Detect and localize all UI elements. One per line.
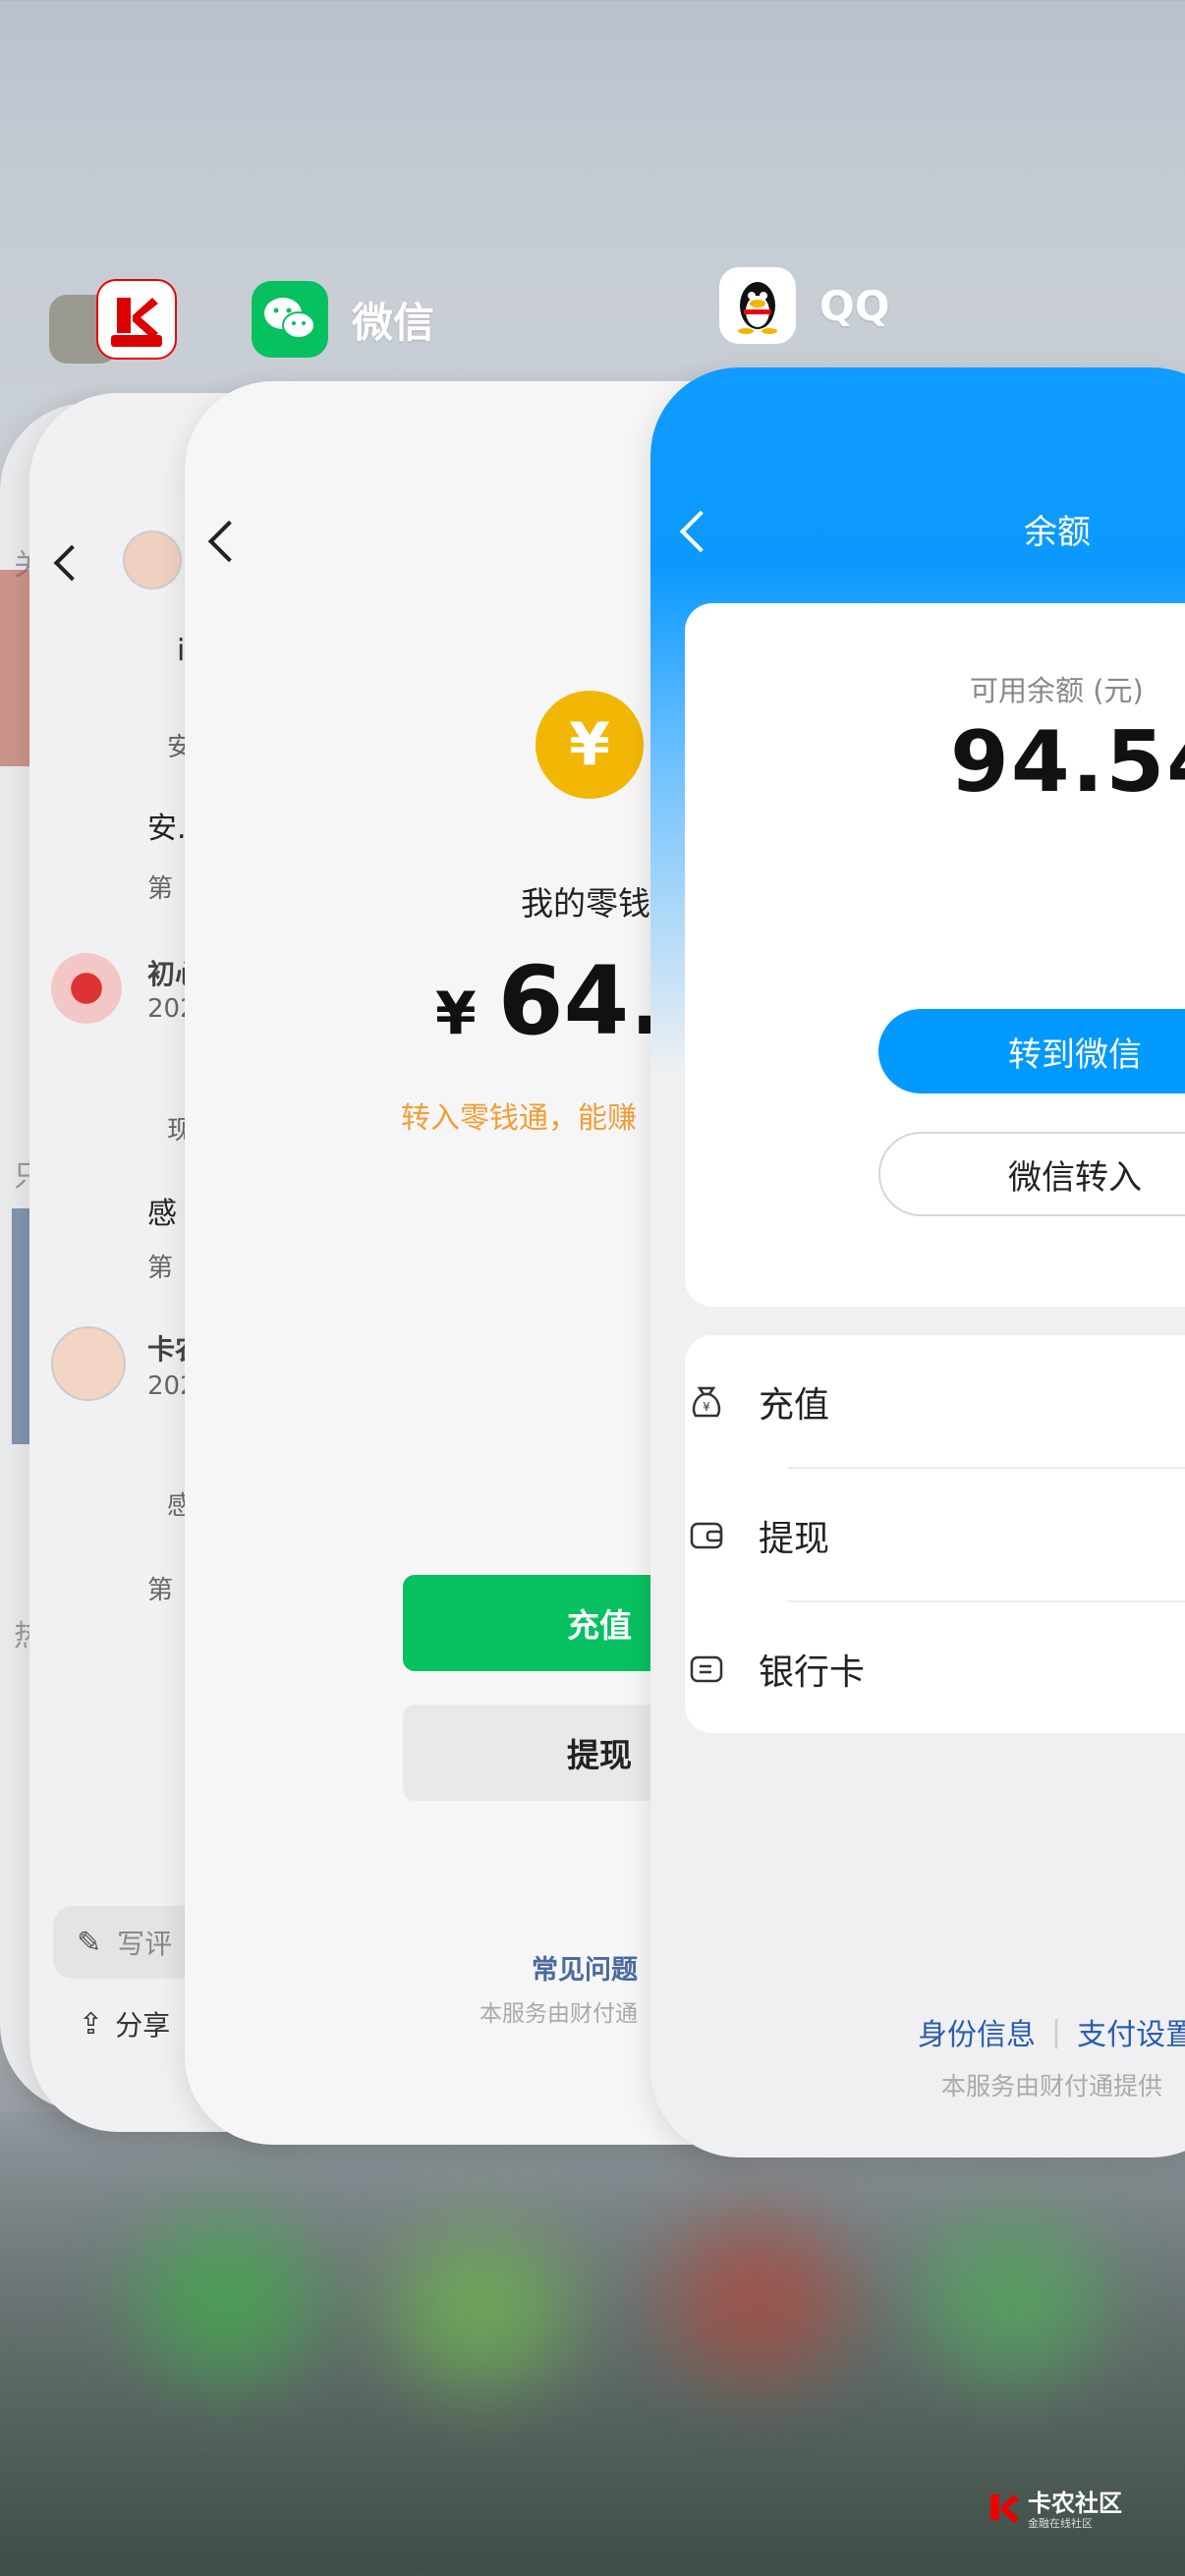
footer-links: 身份信息 | 支付设置 bbox=[918, 2010, 1185, 2053]
qq-penguin-icon bbox=[719, 267, 796, 344]
post-title[interactable]: 感 bbox=[147, 1189, 177, 1232]
blurred-dock-icon bbox=[138, 2220, 314, 2378]
qq-app-header[interactable]: QQ bbox=[719, 267, 889, 344]
pay-settings-link[interactable]: 支付设置 bbox=[1077, 2010, 1185, 2053]
menu-item-bank-card[interactable]: 银行卡 bbox=[650, 1602, 1185, 1735]
page-title: 余额 bbox=[1024, 513, 1091, 552]
avatar[interactable] bbox=[123, 531, 182, 589]
wechat-app-header[interactable]: 微信 bbox=[252, 281, 434, 358]
wechat-app-name: 微信 bbox=[352, 298, 435, 347]
money-bag-icon: ¥ bbox=[690, 1385, 723, 1419]
blurred-dock-icon bbox=[924, 2220, 1100, 2378]
svg-text:¥: ¥ bbox=[703, 1400, 710, 1414]
kanong-logo-icon bbox=[990, 2494, 1019, 2523]
menu-item-withdraw[interactable]: 提现 bbox=[650, 1469, 1185, 1601]
floor-label: 第 bbox=[147, 1254, 174, 1283]
service-footer: 本服务由财付通提供 bbox=[941, 2072, 1163, 2100]
avatar[interactable] bbox=[51, 953, 122, 1024]
yuan-coin-icon: ¥ bbox=[536, 691, 644, 799]
floor-label: 第 bbox=[147, 1576, 174, 1605]
blurred-dock-icon bbox=[393, 2230, 570, 2387]
qq-app-name: QQ bbox=[819, 281, 890, 330]
qq-balance-card[interactable]: 余额 可用余额 (元) 94.54 转到微信 微信转入 ¥ 充值 提现 银行卡 bbox=[650, 367, 1185, 2157]
menu-panel: ¥ 充值 提现 银行卡 bbox=[685, 1335, 1185, 1733]
blurred-dock-icon bbox=[668, 2220, 845, 2378]
kanong-app-icon bbox=[96, 279, 177, 360]
watermark: 卡农社区 金融在线社区 bbox=[985, 2491, 1122, 2530]
watermark-subtext: 金融在线社区 bbox=[1028, 2517, 1093, 2530]
write-review-label: 写评 bbox=[117, 1928, 173, 1960]
share-icon: ⇪ bbox=[79, 2006, 104, 2042]
pencil-icon: ✎ bbox=[77, 1925, 102, 1960]
promo-link[interactable]: 转入零钱通，能赚 bbox=[401, 1093, 637, 1137]
menu-item-recharge[interactable]: ¥ 充值 bbox=[650, 1335, 1185, 1468]
share-label: 分享 bbox=[115, 2009, 171, 2042]
watermark-text: 卡农社区 bbox=[1028, 2490, 1122, 2517]
from-wechat-button[interactable]: 微信转入 bbox=[878, 1132, 1185, 1216]
share-button[interactable]: ⇪ 分享 bbox=[79, 2004, 170, 2044]
balance-panel: 可用余额 (元) 94.54 转到微信 微信转入 bbox=[685, 603, 1185, 1307]
menu-label: 充值 bbox=[759, 1384, 830, 1426]
faq-link[interactable]: 常见问题 bbox=[532, 1948, 638, 1987]
wechat-icon bbox=[252, 281, 328, 358]
balance-label: 可用余额 (元) bbox=[970, 674, 1144, 707]
back-icon[interactable] bbox=[207, 520, 251, 563]
change-title: 我的零钱 bbox=[521, 884, 650, 923]
identity-info-link[interactable]: 身份信息 bbox=[918, 2010, 1036, 2053]
service-footer: 本服务由财付通 bbox=[480, 2001, 638, 2027]
to-wechat-button[interactable]: 转到微信 bbox=[878, 1009, 1185, 1093]
back-icon[interactable] bbox=[53, 544, 90, 582]
wallet-icon bbox=[690, 1519, 723, 1552]
link-divider: | bbox=[1051, 2014, 1062, 2049]
menu-label: 银行卡 bbox=[759, 1652, 866, 1693]
avatar[interactable] bbox=[51, 1326, 126, 1401]
floor-label: 第 bbox=[147, 874, 174, 904]
thumbnail bbox=[0, 570, 29, 766]
menu-label: 提现 bbox=[759, 1518, 830, 1559]
kanong-app-header[interactable] bbox=[49, 279, 177, 364]
card-icon bbox=[690, 1652, 723, 1686]
balance-amount: 94.54 bbox=[950, 713, 1185, 812]
post-title[interactable]: 安. bbox=[147, 804, 187, 847]
coin-symbol: ¥ bbox=[569, 710, 610, 779]
thumbnail bbox=[12, 1208, 29, 1444]
currency-symbol: ¥ bbox=[435, 980, 477, 1048]
